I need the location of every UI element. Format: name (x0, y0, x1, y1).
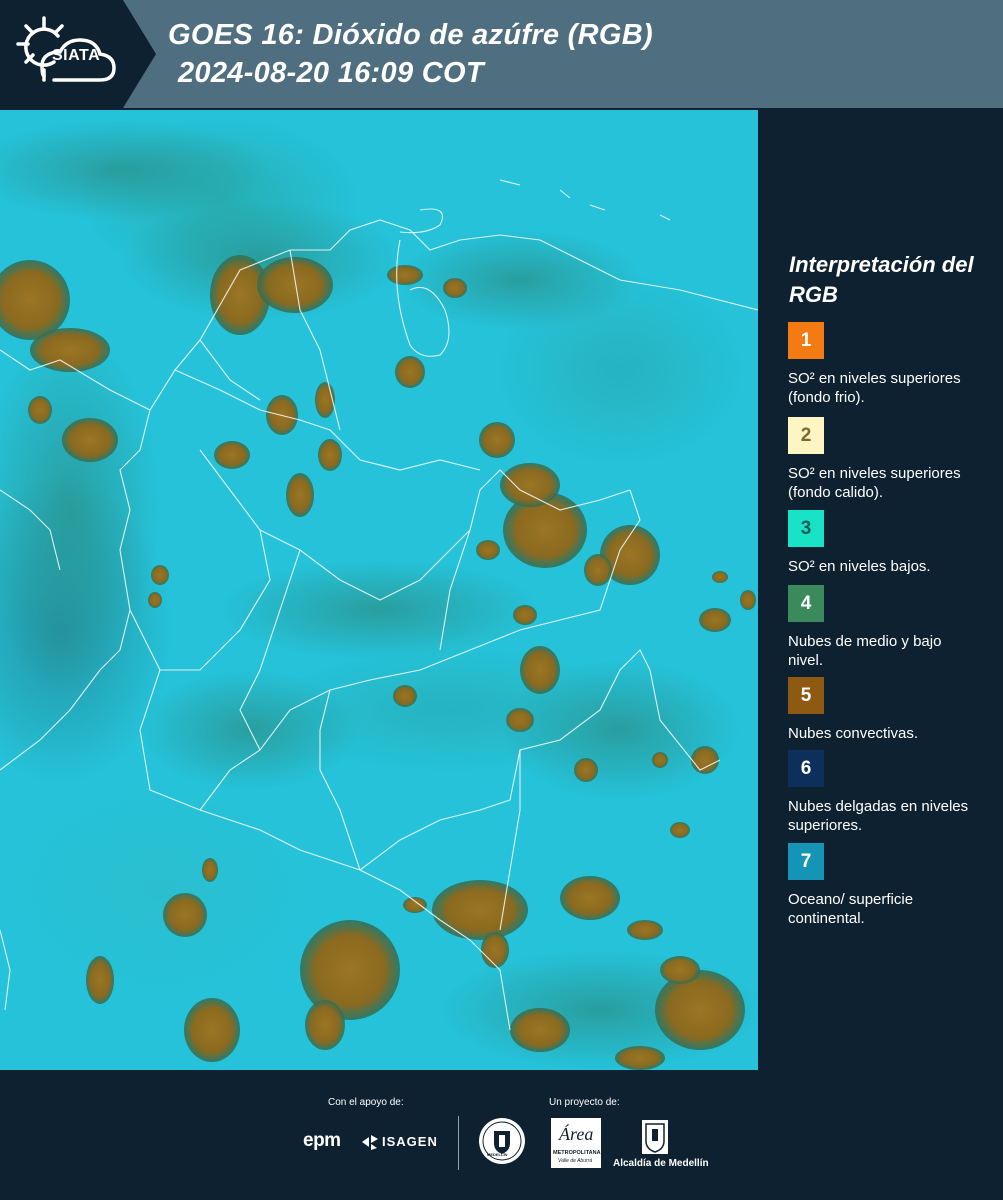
legend-item-4: 4 Nubes de medio y bajo nivel. (788, 585, 993, 670)
title-line-2: 2024-08-20 16:09 COT (178, 57, 484, 89)
legend-label-4: Nubes de medio y bajo nivel. (788, 633, 942, 669)
legend-label-7: Oceano/ superficie continental. (788, 891, 914, 927)
legend-label-1: SO² en niveles superiores (fondo frio). (788, 370, 961, 406)
legend-swatch-4: 4 (788, 585, 824, 622)
satellite-map-image (0, 120, 758, 1070)
legend-title: Interpretación del RGB (789, 252, 974, 307)
legend-item-1: 1 SO² en niveles superiores (fondo frio)… (788, 322, 993, 407)
satellite-map[interactable] (0, 110, 758, 1070)
area-sub-1: METROPOLITANA (553, 1150, 601, 1156)
area-sub-2: Valle de Aburrá (558, 1158, 593, 1164)
legend-swatch-2: 2 (788, 417, 824, 454)
legend-item-6: 6 Nubes delgadas en niveles superiores. (788, 750, 993, 835)
isagen-text: ISAGEN (382, 1134, 438, 1149)
legend-item-7: 7 Oceano/ superficie continental. (788, 843, 993, 928)
medellin-seal-logo[interactable]: MEDELLÍN (478, 1117, 526, 1170)
legend-label-5: Nubes convectivas. (788, 725, 919, 742)
project-label: Un proyecto de: (549, 1097, 620, 1108)
legend-label-3: SO² en niveles bajos. (788, 558, 931, 575)
seal-text: MEDELLÍN (487, 1152, 508, 1157)
area-metropolitana-logo[interactable]: Área METROPOLITANA Valle de Aburrá (551, 1118, 601, 1168)
shield-icon (642, 1120, 668, 1154)
legend-swatch-6: 6 (788, 750, 824, 787)
legend-swatch-7: 7 (788, 843, 824, 880)
page-title: GOES 16: Dióxido de azúfre (RGB) 2024-08… (168, 16, 653, 92)
seal-icon (479, 1118, 525, 1164)
legend-item-2: 2 SO² en niveles superiores (fondo calid… (788, 417, 993, 502)
legend-swatch-5: 5 (788, 677, 824, 714)
legend-swatch-3: 3 (788, 510, 824, 547)
footer-divider (458, 1116, 459, 1170)
area-logo-text: Área (559, 1124, 594, 1144)
alcaldia-text: Alcaldía de Medellín (613, 1158, 709, 1169)
isagen-mark-icon (362, 1135, 378, 1150)
header: SIATA GOES 16: Dióxido de azúfre (RGB) 2… (0, 0, 1003, 110)
legend-item-3: 3 SO² en niveles bajos. (788, 510, 993, 576)
legend-item-5: 5 Nubes convectivas. (788, 677, 993, 743)
logo-text: SIATA (52, 47, 101, 64)
legend-label-6: Nubes delgadas en niveles superiores. (788, 798, 969, 834)
epm-logo[interactable]: epm (303, 1130, 341, 1152)
support-label: Con el apoyo de: (328, 1097, 404, 1108)
legend-panel: Interpretación del RGB 1 SO² en niveles … (758, 110, 1003, 1070)
legend-swatch-1: 1 (788, 322, 824, 359)
legend-label-2: SO² en niveles superiores (fondo calido)… (788, 465, 961, 501)
footer: Con el apoyo de: Un proyecto de: epm ISA… (0, 1070, 1003, 1200)
alcaldia-shield-logo[interactable] (641, 1119, 669, 1162)
siata-logo[interactable]: SIATA (0, 0, 156, 108)
title-line-1: GOES 16: Dióxido de azúfre (RGB) (168, 19, 653, 51)
